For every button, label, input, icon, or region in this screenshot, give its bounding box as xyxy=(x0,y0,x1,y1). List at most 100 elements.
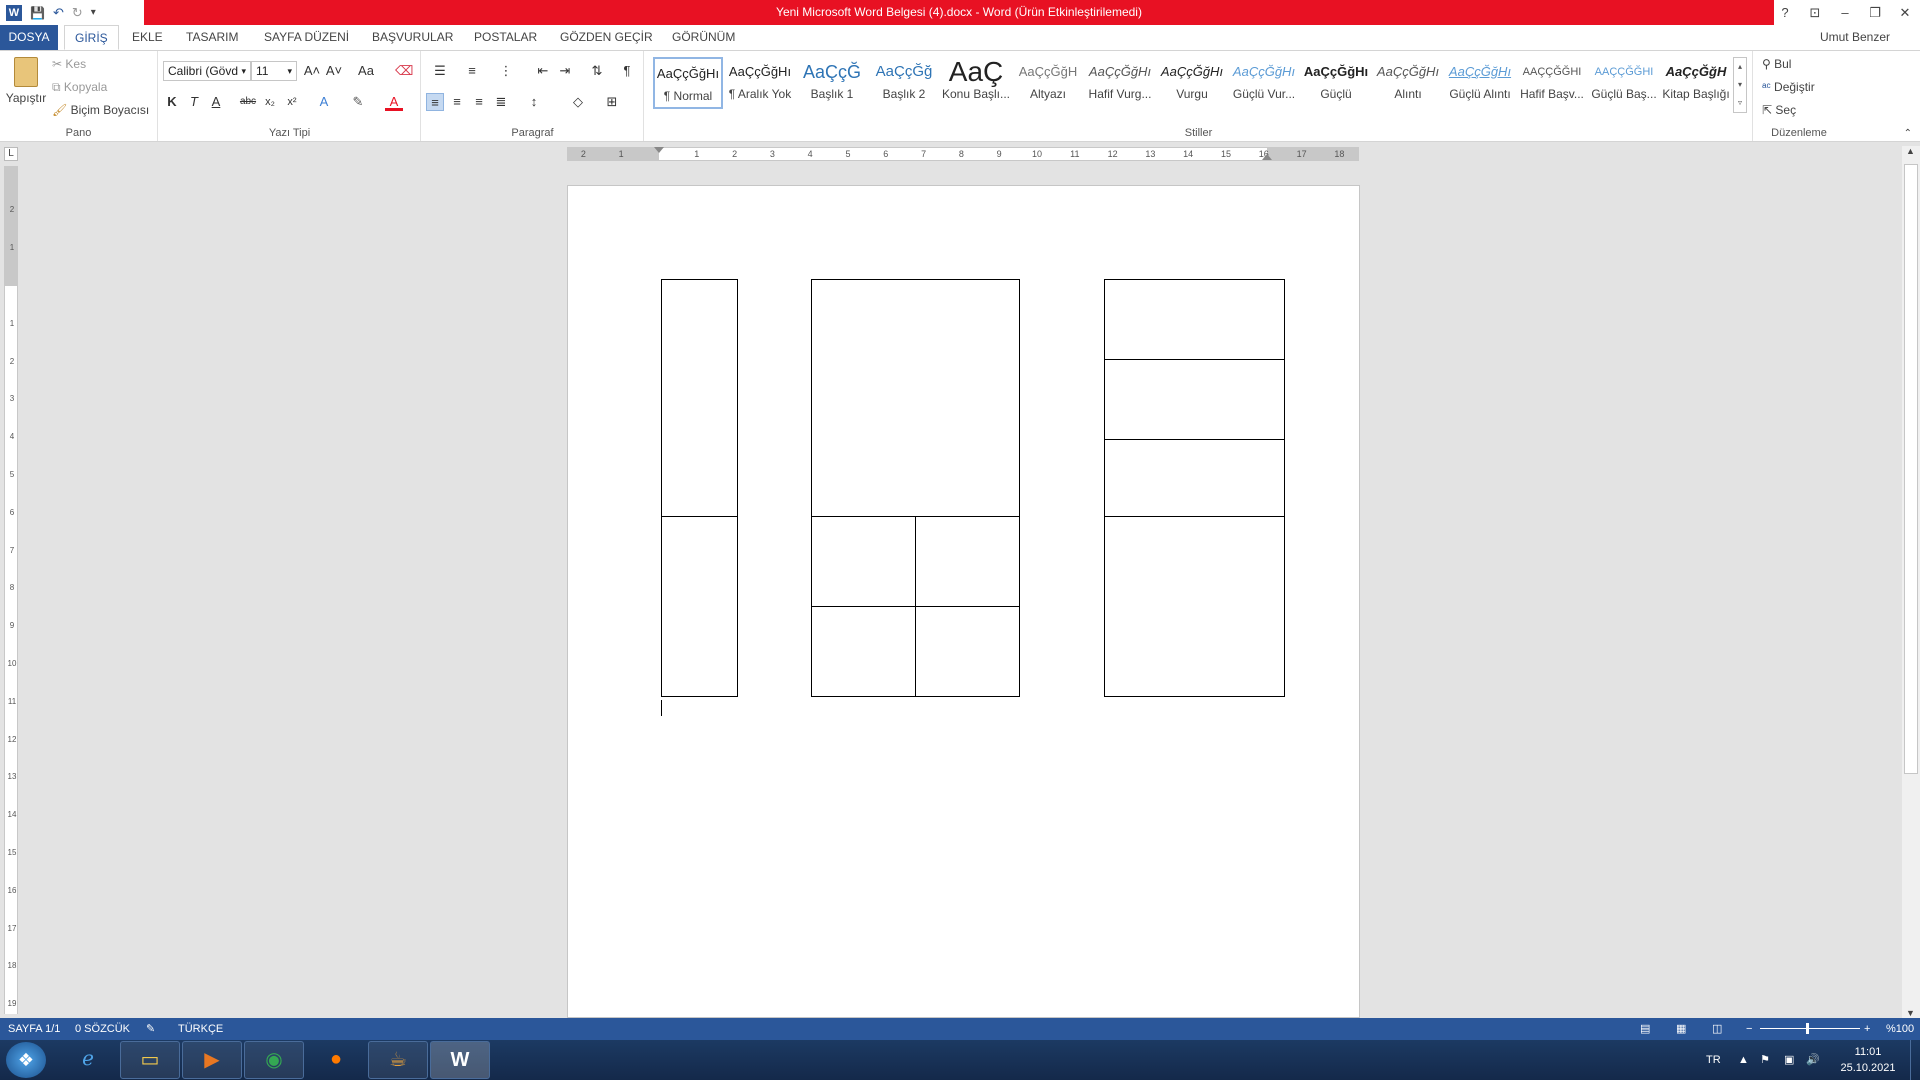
user-account[interactable]: Umut Benzer xyxy=(1820,25,1890,50)
table2-cell-top[interactable] xyxy=(811,279,1020,517)
increase-indent-icon[interactable]: ⇥ xyxy=(556,62,574,80)
grow-font-button[interactable]: A˄ xyxy=(303,62,321,80)
read-mode-icon[interactable]: ▤ xyxy=(1640,1018,1650,1040)
zoom-slider[interactable] xyxy=(1760,1028,1860,1029)
style-emphasis[interactable]: AaÇçĞğHı Vurgu xyxy=(1157,57,1227,109)
tab-home[interactable]: GİRİŞ xyxy=(64,25,119,50)
word-count[interactable]: 0 SÖZCÜK xyxy=(75,1018,130,1040)
volume-icon[interactable]: 🔊 xyxy=(1806,1040,1820,1080)
java-icon[interactable]: ☕ xyxy=(368,1041,428,1079)
shading-icon[interactable]: ◇ xyxy=(566,93,590,111)
scroll-up-icon[interactable]: ▲ xyxy=(1906,146,1915,156)
redo-icon[interactable]: ↻ xyxy=(72,5,83,21)
shrink-font-button[interactable]: A˅ xyxy=(325,62,343,80)
numbering-icon[interactable]: ≡ xyxy=(460,62,484,80)
clock-time[interactable]: 11:01 xyxy=(1838,1046,1898,1060)
style-intense-quote[interactable]: AaÇçĞğHı Güçlü Alıntı xyxy=(1445,57,1515,109)
vertical-scrollbar[interactable]: ▲ ▼ xyxy=(1902,146,1920,1018)
decrease-indent-icon[interactable]: ⇤ xyxy=(534,62,552,80)
style-intense-reference[interactable]: AAÇÇĞĞHI Güçlü Baş... xyxy=(1589,57,1659,109)
table2-cell-bottom-right[interactable] xyxy=(915,606,1020,697)
scroll-down-icon[interactable]: ▼ xyxy=(1906,1008,1915,1018)
collapse-ribbon-icon[interactable]: ⌃ xyxy=(1904,128,1912,139)
style-heading-1[interactable]: AaÇçĞ Başlık 1 xyxy=(797,57,867,109)
style-normal[interactable]: AaÇçĞğHı ¶ Normal xyxy=(653,57,723,109)
table1-cell-bottom[interactable] xyxy=(661,516,738,697)
tab-selector[interactable]: L xyxy=(4,147,18,161)
scroll-thumb[interactable] xyxy=(1904,164,1918,774)
tab-view[interactable]: GÖRÜNÜM xyxy=(662,25,745,50)
table2-cell-bottom-left[interactable] xyxy=(811,606,916,697)
clear-formatting-icon[interactable]: ⌫ xyxy=(395,62,413,80)
bold-button[interactable]: K xyxy=(163,93,181,111)
style-intense-emphasis[interactable]: AaÇçĞğHı Güçlü Vur... xyxy=(1229,57,1299,109)
style-subtitle[interactable]: AaÇçĞğH Altyazı xyxy=(1013,57,1083,109)
tab-file[interactable]: DOSYA xyxy=(0,25,58,50)
zoom-level[interactable]: %100 xyxy=(1886,1018,1914,1040)
tab-review[interactable]: GÖZDEN GEÇİR xyxy=(550,25,663,50)
subscript-button[interactable]: x₂ xyxy=(261,93,279,111)
customize-qat-icon[interactable]: ▾ xyxy=(91,7,96,18)
horizontal-ruler[interactable]: 2 1 1 2 3 4 5 6 7 8 9 10 11 12 13 14 15 16 17 18 xyxy=(567,147,1359,161)
highlight-color-icon[interactable]: ✎ xyxy=(349,93,367,111)
zoom-in-icon[interactable]: + xyxy=(1864,1018,1870,1040)
tab-mailings[interactable]: POSTALAR xyxy=(464,25,547,50)
justify-icon[interactable]: ≣ xyxy=(492,93,510,111)
media-player-icon[interactable]: ▶ xyxy=(182,1041,242,1079)
style-strong[interactable]: AaÇçĞğHı Güçlü xyxy=(1301,57,1371,109)
firefox-icon[interactable]: ● xyxy=(306,1041,366,1079)
underline-button[interactable]: A xyxy=(207,93,225,111)
table3-cell-3[interactable] xyxy=(1104,439,1285,517)
italic-button[interactable]: T xyxy=(185,93,203,111)
help-button[interactable]: ? xyxy=(1770,0,1800,25)
bullets-icon[interactable]: ☰ xyxy=(428,62,452,80)
paste-button[interactable]: Yapıştır xyxy=(4,55,48,121)
input-language[interactable]: TR xyxy=(1706,1040,1721,1080)
close-button[interactable]: ✕ xyxy=(1890,0,1920,25)
document-page[interactable] xyxy=(567,185,1360,1018)
clock-date[interactable]: 25.10.2021 xyxy=(1838,1062,1898,1076)
align-left-icon[interactable]: ≡ xyxy=(426,93,444,111)
table2-cell-mid-left[interactable] xyxy=(811,516,916,607)
copy-button[interactable]: ⧉ Kopyala xyxy=(52,80,107,95)
align-center-icon[interactable]: ≡ xyxy=(448,93,466,111)
style-no-spacing[interactable]: AaÇçĞğHı ¶ Aralık Yok xyxy=(725,57,795,109)
zoom-out-icon[interactable]: − xyxy=(1746,1018,1752,1040)
print-layout-icon[interactable]: ▦ xyxy=(1676,1018,1686,1040)
table3-cell-4[interactable] xyxy=(1104,516,1285,697)
undo-icon[interactable]: ↶ xyxy=(53,5,64,21)
zoom-slider-thumb[interactable] xyxy=(1806,1023,1809,1034)
show-desktop-button[interactable] xyxy=(1910,1040,1920,1080)
style-title[interactable]: AaÇ Konu Başlı... xyxy=(941,57,1011,109)
tab-design[interactable]: TASARIM xyxy=(176,25,248,50)
tab-page-layout[interactable]: SAYFA DÜZENİ xyxy=(254,25,359,50)
word-taskbar-icon[interactable]: W xyxy=(430,1041,490,1079)
strikethrough-button[interactable]: abc xyxy=(237,93,259,111)
styles-scroll[interactable]: ▴ ▾ ▿ xyxy=(1733,57,1747,113)
table2-cell-mid-right[interactable] xyxy=(915,516,1020,607)
replace-button[interactable]: ᵃᶜ Değiştir xyxy=(1762,80,1815,94)
tab-references[interactable]: BAŞVURULAR xyxy=(362,25,463,50)
style-subtle-emphasis[interactable]: AaÇçĞğHı Hafif Vurg... xyxy=(1085,57,1155,109)
page-count[interactable]: SAYFA 1/1 xyxy=(8,1018,60,1040)
minimize-button[interactable]: – xyxy=(1830,0,1860,25)
font-color-button[interactable]: A xyxy=(385,93,403,111)
table3-cell-2[interactable] xyxy=(1104,359,1285,440)
text-effects-button[interactable]: A xyxy=(315,93,333,111)
align-right-icon[interactable]: ≡ xyxy=(470,93,488,111)
change-case-button[interactable]: Aa xyxy=(353,62,379,80)
font-size-select[interactable]: 11 ▾ xyxy=(251,61,297,81)
superscript-button[interactable]: x² xyxy=(283,93,301,111)
format-painter-button[interactable]: 🖌 Biçim Boyacısı xyxy=(52,103,149,117)
borders-icon[interactable]: ⊞ xyxy=(600,93,624,111)
cut-button[interactable]: ✂ Kes xyxy=(52,57,86,71)
show-marks-button[interactable]: ¶ xyxy=(618,62,636,80)
find-button[interactable]: ⚲ Bul xyxy=(1762,57,1791,71)
table1-cell-top[interactable] xyxy=(661,279,738,517)
save-icon[interactable]: 💾 xyxy=(30,6,45,20)
select-button[interactable]: ⇱ Seç xyxy=(1762,103,1796,117)
multilevel-list-icon[interactable]: ⋮ xyxy=(494,62,518,80)
font-name-select[interactable]: Calibri (Gövd ▾ xyxy=(163,61,251,81)
windows-start-icon[interactable]: ❖ xyxy=(6,1042,46,1078)
ribbon-display-options-button[interactable]: ⊡ xyxy=(1800,0,1830,25)
